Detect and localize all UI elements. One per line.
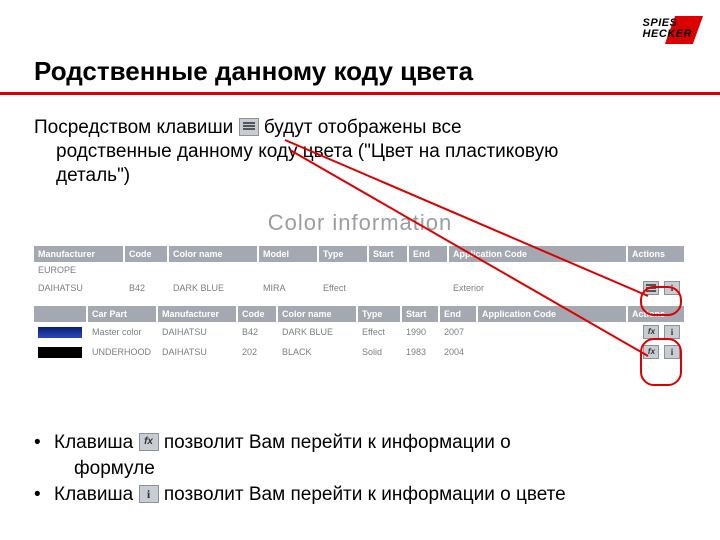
brand-line2: HECKER bbox=[643, 29, 692, 40]
table-row: Master color DAIHATSU B42 DARK BLUE Effe… bbox=[34, 322, 685, 342]
intro-line2: родственные данному коду цвета ("Цвет на… bbox=[34, 140, 684, 164]
th-start2: Start bbox=[401, 306, 439, 322]
table-row: UNDERHOOD DAIHATSU 202 BLACK Solid 1983 … bbox=[34, 342, 685, 362]
th-type2: Type bbox=[357, 306, 401, 322]
brand-logo: SPIES HECKER bbox=[643, 18, 692, 40]
color-swatch-blue bbox=[38, 327, 82, 338]
th-code2: Code bbox=[237, 306, 277, 322]
color-swatch-black bbox=[38, 347, 82, 358]
th-colorname2: Color name bbox=[277, 306, 357, 322]
th-start: Start bbox=[368, 246, 408, 262]
th-end2: End bbox=[439, 306, 477, 322]
th-model: Model bbox=[258, 246, 318, 262]
intro-text-2: будут отображены все bbox=[264, 117, 462, 138]
bullet-1: Клавиша позволит Вам перейти к информаци… bbox=[34, 430, 694, 482]
info-icon bbox=[139, 485, 159, 503]
intro-line3: деталь") bbox=[34, 164, 684, 188]
th-type: Type bbox=[318, 246, 368, 262]
th-actions: Actions bbox=[627, 246, 685, 262]
slide-title: Родственные данному коду цвета bbox=[34, 56, 473, 87]
table-row: DAIHATSU B42 DARK BLUE MIRA Effect Exter… bbox=[34, 278, 685, 298]
th-swatch bbox=[34, 306, 87, 322]
callout-ellipse-1 bbox=[640, 286, 682, 316]
th-manufacturer2: Manufacturer bbox=[157, 306, 237, 322]
th-appcode2: Application Code bbox=[477, 306, 627, 322]
th-code: Code bbox=[124, 246, 168, 262]
intro-paragraph: Посредством клавиши будут отображены все… bbox=[34, 116, 684, 188]
bullet-list: Клавиша позволит Вам перейти к информаци… bbox=[34, 430, 694, 508]
fx-icon bbox=[139, 433, 159, 451]
info-button[interactable] bbox=[664, 325, 680, 339]
color-table-2: Car Part Manufacturer Code Color name Ty… bbox=[34, 306, 686, 362]
list-icon bbox=[239, 118, 259, 136]
color-table-1: Manufacturer Code Color name Model Type … bbox=[34, 246, 686, 306]
th-appcode: Application Code bbox=[448, 246, 627, 262]
intro-text-1: Посредством клавиши bbox=[34, 117, 239, 138]
panel-title: Color information bbox=[34, 202, 686, 246]
screenshot-panel: Color information Manufacturer Code Colo… bbox=[34, 202, 686, 362]
th-manufacturer: Manufacturer bbox=[34, 246, 124, 262]
th-colorname: Color name bbox=[168, 246, 258, 262]
callout-ellipse-2 bbox=[640, 338, 682, 386]
bullet-2: Клавиша позволит Вам перейти к информаци… bbox=[34, 482, 694, 508]
formula-button[interactable] bbox=[643, 325, 659, 339]
th-end: End bbox=[408, 246, 448, 262]
title-underline bbox=[0, 92, 720, 95]
table-row: EUROPE bbox=[34, 262, 685, 278]
th-carpart: Car Part bbox=[87, 306, 157, 322]
